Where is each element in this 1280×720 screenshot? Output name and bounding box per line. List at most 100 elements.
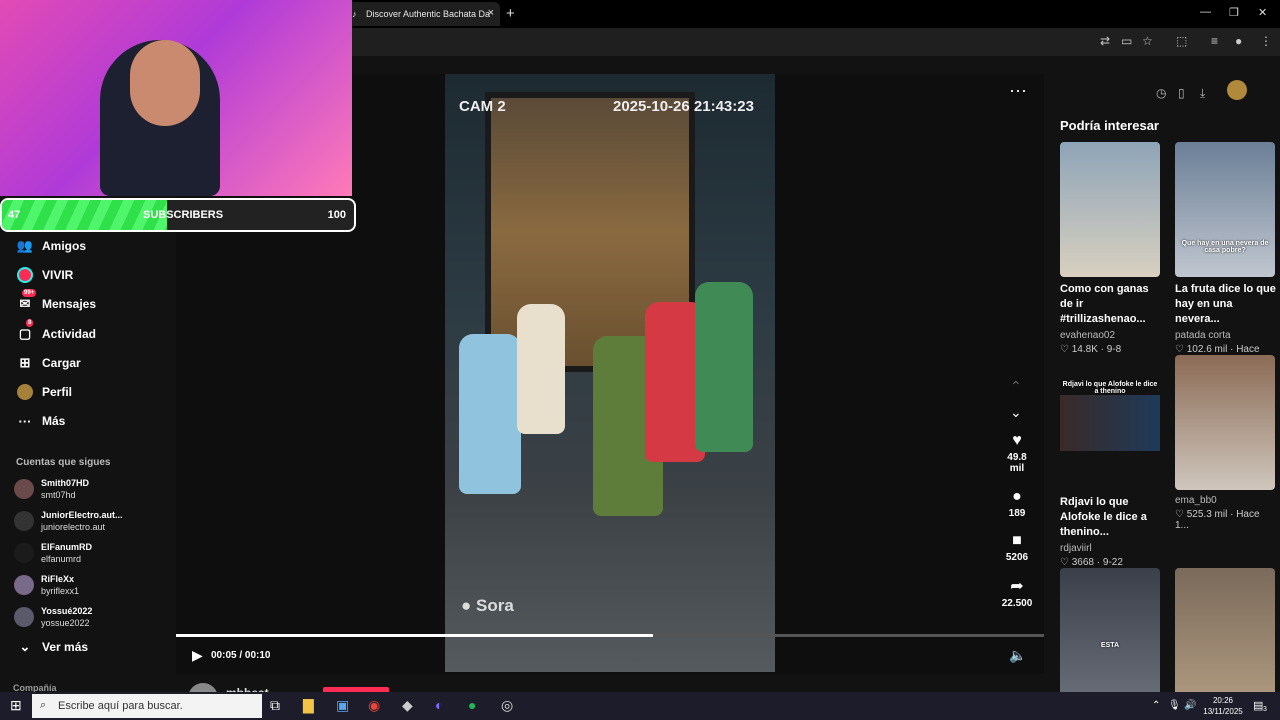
app-icon[interactable]: ◆ xyxy=(402,697,413,714)
microphone-icon[interactable]: 🎙 xyxy=(1168,700,1181,711)
followed-account[interactable]: RiFleXx byriflexx1 xyxy=(14,572,164,600)
download-icon[interactable]: ⤓ xyxy=(1200,86,1205,101)
tab-close-icon[interactable]: × xyxy=(488,7,494,19)
extensions-icon[interactable]: ⬚ xyxy=(1176,34,1187,48)
recommended-video-card[interactable]: ESTA xyxy=(1060,568,1160,703)
store-icon[interactable]: ▣ xyxy=(336,697,349,714)
share-icon: ➦ xyxy=(1010,578,1024,595)
sora-logo-icon: ● xyxy=(461,596,472,615)
windows-taskbar: ⊞ ⌕ Escribe aquí para buscar. ⧉ ▇ ▣ ◉ ◆ … xyxy=(0,692,1280,720)
phone-icon[interactable]: ▯ xyxy=(1178,86,1185,100)
followed-account[interactable]: Smith07HD smt07hd xyxy=(14,476,164,504)
windows-start-icon[interactable]: ⊞ xyxy=(10,697,22,714)
translate-icon[interactable]: ⇄ xyxy=(1100,34,1110,48)
taskbar-clock[interactable]: 20:26 13/11/2025 xyxy=(1198,695,1248,717)
app-icon[interactable]: ◎ xyxy=(501,697,513,714)
file-explorer-icon[interactable]: ▇ xyxy=(303,697,314,714)
sora-watermark: ● Sora xyxy=(461,596,514,616)
watermark-text: Sora xyxy=(476,596,514,615)
user-avatar[interactable] xyxy=(1227,80,1247,100)
thumbnail-image xyxy=(1060,395,1160,451)
restore-icon[interactable]: ❐ xyxy=(1229,6,1239,19)
recommended-video-card[interactable]: Que hay en una nevera de casa pobre? La … xyxy=(1175,142,1276,366)
account-handle: smt07hd xyxy=(41,490,76,500)
like-button[interactable]: ♥ 49.8 mil xyxy=(997,432,1037,474)
minimize-icon[interactable]: — xyxy=(1200,6,1211,18)
tab-active[interactable]: ♪ Discover Authentic Bachata Da × xyxy=(344,2,500,26)
clock-time: 20:26 xyxy=(1212,696,1234,705)
recommended-video-card[interactable]: ema_bb0 ♡ 525.3 mil · Hace 1... xyxy=(1175,355,1275,531)
video-thumbnail xyxy=(1175,355,1275,490)
video-frame[interactable]: CAM 2 2025-10-26 21:43:23 ● Sora xyxy=(445,74,775,672)
discord-icon[interactable]: ◐ xyxy=(435,697,443,713)
upload-icon: ⊞ xyxy=(19,355,31,370)
search-icon: ⌕ xyxy=(40,699,47,711)
sidebar-item-messages[interactable]: ✉ 99+ Mensajes xyxy=(16,289,96,314)
play-icon[interactable]: ▶ xyxy=(192,647,203,664)
recommended-video-card[interactable]: Como con ganas de ir #trillizashenao... … xyxy=(1060,142,1160,355)
chevron-down-icon[interactable]: ⌄ xyxy=(1010,404,1022,421)
like-count: 49.8 mil xyxy=(1007,452,1027,474)
profile-icon[interactable]: ● xyxy=(1235,34,1242,48)
account-name: RiFleXx xyxy=(41,574,75,584)
save-count: 5206 xyxy=(1005,552,1029,563)
sidebar-item-more[interactable]: ··· Más xyxy=(16,411,66,431)
see-more-link[interactable]: ⌄ Ver más xyxy=(16,637,89,657)
account-name: Yossué2022 xyxy=(41,606,93,616)
video-thumbnail: ESTA xyxy=(1060,568,1160,703)
task-view-icon[interactable]: ⧉ xyxy=(270,697,280,714)
browser-menu-icon[interactable]: ⋮ xyxy=(1260,34,1272,48)
followed-account[interactable]: JuniorElectro.aut... juniorelectro.aut xyxy=(14,508,164,536)
recommended-video-card[interactable]: Rdjavi lo que Alofoke le dice a thenino … xyxy=(1060,355,1160,568)
avatar xyxy=(14,575,34,595)
card-title: Como con ganas de ir #trillizashenao... xyxy=(1060,283,1149,325)
clock-icon[interactable]: ◷ xyxy=(1156,86,1166,100)
video-figure xyxy=(459,334,521,494)
followed-account[interactable]: ElFanumRD elfanumrd xyxy=(14,540,164,568)
cast-icon[interactable]: ▭ xyxy=(1121,34,1132,48)
sidebar-item-friends[interactable]: 👥 Amigos xyxy=(16,236,86,256)
recommended-video-card[interactable] xyxy=(1175,568,1275,703)
messages-icon: ✉ 99+ xyxy=(19,289,37,311)
media-control-icon[interactable]: ≡ xyxy=(1211,34,1218,48)
card-author: rdjaviirl xyxy=(1060,543,1092,554)
thumbnail-caption: ESTA xyxy=(1100,642,1120,649)
activity-icon: ▢ 8 xyxy=(18,319,34,341)
spotify-icon[interactable]: ● xyxy=(468,697,476,713)
comment-icon: ● xyxy=(1012,488,1022,505)
sidebar-item-activity[interactable]: ▢ 8 Actividad xyxy=(16,319,97,344)
tray-chevron-icon[interactable]: ⌃ xyxy=(1152,700,1160,711)
bookmark-star-icon[interactable]: ☆ xyxy=(1142,34,1153,48)
video-figure xyxy=(695,282,753,452)
followed-account[interactable]: Yossué2022 yossue2022 xyxy=(14,604,164,632)
thumbnail-caption: Rdjavi lo que Alofoke le dice a thenino xyxy=(1062,381,1158,395)
more-options-icon[interactable]: ··· xyxy=(1009,80,1027,101)
share-button[interactable]: ➦ 22.500 xyxy=(997,576,1037,609)
video-figure xyxy=(517,304,565,434)
thumbnail-caption: Que hay en una nevera de casa pobre? xyxy=(1181,240,1269,254)
sidebar-item-profile[interactable]: Perfil xyxy=(16,382,72,402)
search-placeholder: Escribe aquí para buscar. xyxy=(58,700,183,712)
volume-icon[interactable]: 🔈 xyxy=(1009,647,1026,664)
chevron-down-icon: ⌄ xyxy=(19,639,31,654)
friends-icon: 👥 xyxy=(16,238,34,253)
speaker-icon[interactable]: 🔊 xyxy=(1184,700,1196,711)
live-icon xyxy=(16,266,34,284)
window-close-icon[interactable]: ✕ xyxy=(1258,6,1267,19)
new-tab-button[interactable]: + xyxy=(506,5,515,22)
save-button[interactable]: ■ 5206 xyxy=(997,532,1037,563)
progress-bar[interactable] xyxy=(176,634,1044,637)
sidebar-item-live[interactable]: VIVIR xyxy=(16,265,73,285)
chrome-icon[interactable]: ◉ xyxy=(368,697,380,714)
following-heading: Cuentas que sigues xyxy=(16,457,111,468)
video-thumbnail xyxy=(1175,568,1275,703)
see-more-label: Ver más xyxy=(42,640,89,654)
chevron-up-icon[interactable]: ⌃ xyxy=(1010,378,1022,395)
notification-icon[interactable]: ▤ xyxy=(1253,699,1263,712)
comment-button[interactable]: ● 189 xyxy=(997,488,1037,519)
avatar xyxy=(14,511,34,531)
sidebar-item-upload[interactable]: ⊞ Cargar xyxy=(16,353,81,373)
video-thumbnail: Que hay en una nevera de casa pobre? xyxy=(1175,142,1275,277)
sidebar-item-label: Actividad xyxy=(42,327,97,341)
taskbar-search[interactable]: ⌕ Escribe aquí para buscar. xyxy=(32,694,262,718)
